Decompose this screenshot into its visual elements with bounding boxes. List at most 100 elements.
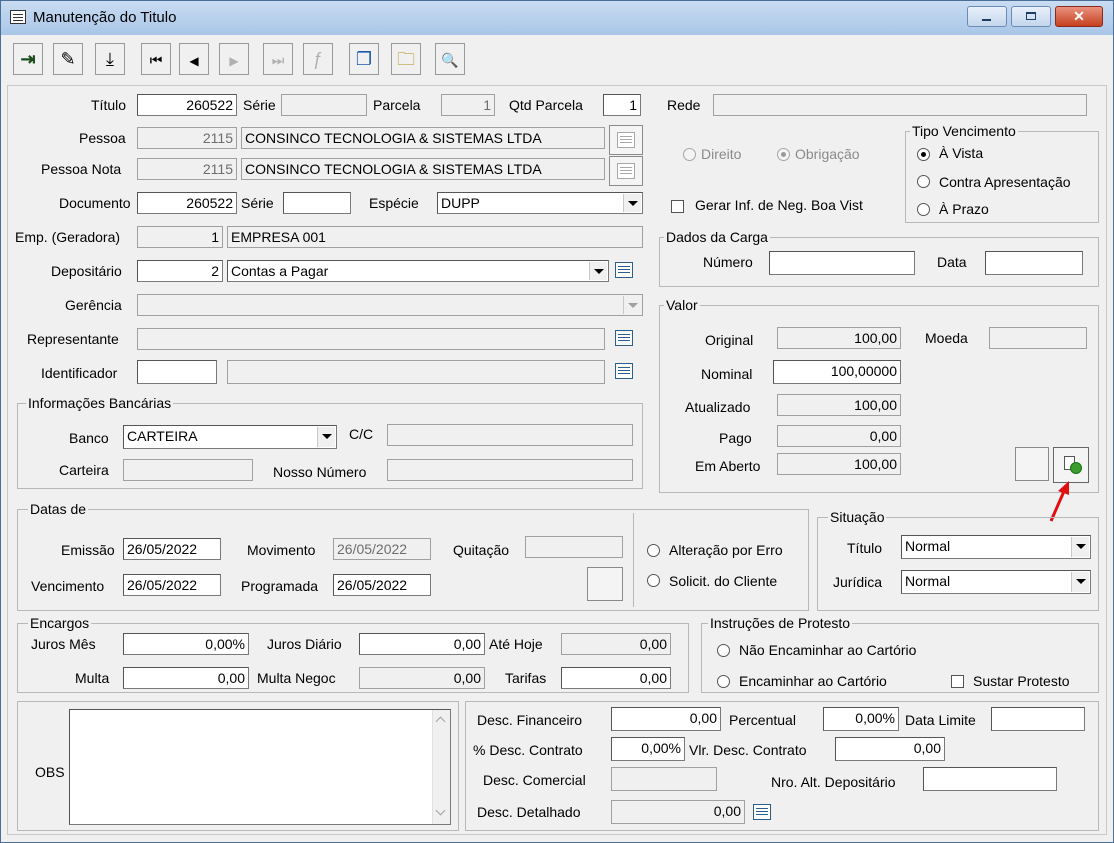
vencimento-field[interactable]: 26/05/2022 xyxy=(123,574,221,596)
minimize-button[interactable] xyxy=(967,6,1007,27)
programada-field[interactable]: 26/05/2022 xyxy=(333,574,431,596)
pessoa-name-field[interactable]: CONSINCO TECNOLOGIA & SISTEMAS LTDA xyxy=(241,127,605,149)
pessoa-nota-name-field[interactable]: CONSINCO TECNOLOGIA & SISTEMAS LTDA xyxy=(241,158,605,180)
nosso-numero-field[interactable] xyxy=(387,459,633,481)
encaminhar-radio[interactable] xyxy=(717,675,730,688)
last-record-button[interactable]: ⏭ xyxy=(263,43,293,75)
alteracao-erro-radio[interactable] xyxy=(647,544,660,557)
chevron-down-icon[interactable] xyxy=(317,427,335,447)
title-bar[interactable]: Manutenção do Titulo ✕ xyxy=(1,1,1113,35)
emissao-field[interactable]: 26/05/2022 xyxy=(123,538,221,560)
first-record-button[interactable]: ⏮ xyxy=(141,43,171,75)
qtd-parcela-field[interactable]: 1 xyxy=(603,94,641,116)
function-button[interactable]: ƒ xyxy=(303,43,333,75)
folder-button[interactable]: 🗀 xyxy=(391,43,421,75)
chevron-down-icon[interactable] xyxy=(1071,537,1089,557)
juros-mes-field[interactable]: 0,00% xyxy=(123,633,249,655)
percentual-field[interactable]: 0,00% xyxy=(823,707,899,731)
chevron-down-icon[interactable] xyxy=(1071,572,1089,592)
pct-contrato-field[interactable]: 0,00% xyxy=(611,737,685,761)
identificador-name-field[interactable] xyxy=(227,360,605,384)
desc-detalhado-list-icon[interactable] xyxy=(753,804,771,820)
emp-code-field[interactable]: 1 xyxy=(137,226,223,248)
especie-select[interactable]: DUPP xyxy=(437,192,643,214)
pessoa-code-field[interactable]: 2115 xyxy=(137,127,237,149)
pessoa-lookup-button[interactable] xyxy=(609,125,643,155)
sustar-protesto-checkbox[interactable] xyxy=(951,675,964,688)
juridica-select[interactable]: Normal xyxy=(901,570,1091,594)
next-record-button[interactable]: ▶ xyxy=(219,43,249,75)
documento-field[interactable]: 260522 xyxy=(137,192,237,214)
exit-button[interactable]: ⇥ xyxy=(13,43,43,75)
preview-button[interactable]: 🔍 xyxy=(435,43,465,75)
situacao-titulo-select[interactable]: Normal xyxy=(901,535,1091,559)
titulo-field[interactable]: 260522 xyxy=(137,94,237,116)
multa-field[interactable]: 0,00 xyxy=(123,667,249,689)
desc-detalhado-field[interactable]: 0,00 xyxy=(611,800,745,824)
scroll-down-icon[interactable] xyxy=(435,805,446,816)
gerar-inf-checkbox[interactable] xyxy=(671,200,684,213)
maximize-button[interactable] xyxy=(1011,6,1051,27)
atualizado-field[interactable]: 100,00 xyxy=(777,394,901,416)
serie2-field[interactable] xyxy=(283,192,351,214)
obrigacao-radio[interactable] xyxy=(777,148,790,161)
vlr-contrato-field[interactable]: 0,00 xyxy=(835,737,945,761)
chevron-down-icon[interactable] xyxy=(623,296,641,314)
direito-radio[interactable] xyxy=(683,148,696,161)
close-button[interactable]: ✕ xyxy=(1055,6,1103,27)
a-vista-radio[interactable] xyxy=(917,148,930,161)
chevron-down-icon[interactable] xyxy=(623,194,641,212)
identificador-list-icon[interactable] xyxy=(615,363,633,379)
data-field[interactable] xyxy=(985,251,1083,275)
carteira-field[interactable] xyxy=(123,459,253,481)
serie-field[interactable] xyxy=(281,94,367,116)
pessoa-nota-lookup-button[interactable] xyxy=(609,156,643,186)
emp-name-field[interactable]: EMPRESA 001 xyxy=(227,226,643,248)
valor-refresh-button[interactable] xyxy=(1053,447,1089,483)
multa-negoc-field[interactable]: 0,00 xyxy=(359,667,485,689)
nao-encaminhar-radio[interactable] xyxy=(717,644,730,657)
edit-button[interactable]: ✎ xyxy=(53,43,83,75)
banco-select[interactable]: CARTEIRA xyxy=(123,425,337,449)
depositario-list-icon[interactable] xyxy=(615,262,633,278)
dados-carga-title: Dados da Carga xyxy=(664,228,770,246)
parcela-field[interactable]: 1 xyxy=(441,94,495,116)
contra-apresentacao-radio[interactable] xyxy=(917,175,930,188)
obs-scrollbar[interactable] xyxy=(432,710,450,824)
desc-comercial-field[interactable] xyxy=(611,767,717,791)
em-aberto-field[interactable]: 100,00 xyxy=(777,453,901,475)
copy-button[interactable]: ❐ xyxy=(349,43,379,75)
data-limite-field[interactable] xyxy=(991,707,1085,731)
save-button[interactable]: ⤓ xyxy=(95,43,125,75)
ate-hoje-field[interactable]: 0,00 xyxy=(561,633,671,655)
quitacao-field[interactable] xyxy=(525,536,623,558)
nominal-field[interactable]: 100,00000 xyxy=(773,360,901,384)
obs-textarea[interactable] xyxy=(69,709,451,825)
gerencia-select[interactable] xyxy=(137,294,643,316)
nro-alt-depositario-field[interactable] xyxy=(923,767,1057,791)
representante-list-icon[interactable] xyxy=(615,330,633,346)
solicit-cliente-radio[interactable] xyxy=(647,574,660,587)
identificador-code-field[interactable] xyxy=(137,360,217,384)
depositario-code-field[interactable]: 2 xyxy=(137,260,223,282)
representante-field[interactable] xyxy=(137,328,605,350)
previous-record-button[interactable]: ◀ xyxy=(179,43,209,75)
pessoa-nota-code-field[interactable]: 2115 xyxy=(137,158,237,180)
desc-financeiro-field[interactable]: 0,00 xyxy=(611,707,721,731)
pago-field[interactable]: 0,00 xyxy=(777,425,901,447)
rede-field[interactable] xyxy=(713,94,1087,116)
moeda-field[interactable] xyxy=(989,327,1087,349)
datas-extra-button[interactable] xyxy=(587,567,623,601)
cc-field[interactable] xyxy=(387,424,633,446)
scroll-up-icon[interactable] xyxy=(435,716,446,727)
a-prazo-radio[interactable] xyxy=(917,203,930,216)
depositario-select[interactable]: Contas a Pagar xyxy=(227,260,609,282)
numero-field[interactable] xyxy=(769,251,915,275)
movimento-field[interactable]: 26/05/2022 xyxy=(333,538,431,560)
tarifas-field[interactable]: 0,00 xyxy=(561,667,671,689)
original-field[interactable]: 100,00 xyxy=(777,327,901,349)
valor-blank-button[interactable] xyxy=(1015,447,1049,481)
chevron-down-icon[interactable] xyxy=(589,262,607,280)
cc-label: C/C xyxy=(349,426,374,442)
juros-diario-field[interactable]: 0,00 xyxy=(359,633,485,655)
